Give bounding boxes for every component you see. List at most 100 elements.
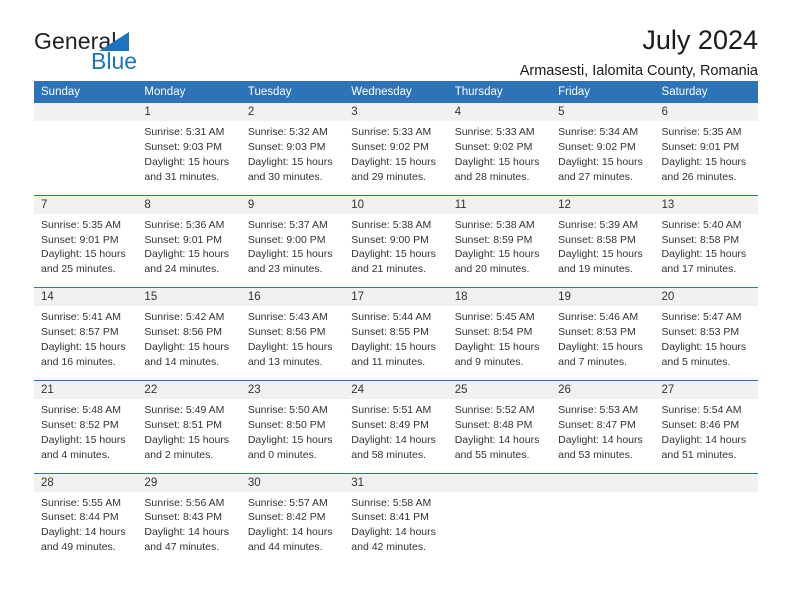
day-cell[interactable]: Sunrise: 5:31 AM Sunset: 9:03 PM Daylight:… bbox=[137, 121, 241, 195]
day-info-line: Sunset: 8:49 PM bbox=[351, 418, 429, 431]
day-number[interactable]: 2 bbox=[240, 103, 345, 121]
day-cell[interactable]: Sunrise: 5:32 AM Sunset: 9:03 PM Daylight:… bbox=[240, 121, 345, 195]
day-number[interactable]: 10 bbox=[344, 195, 448, 214]
day-info-line: Sunrise: 5:44 AM bbox=[351, 311, 432, 324]
day-info-line: Sunrise: 5:58 AM bbox=[351, 496, 432, 509]
day-number[interactable]: 12 bbox=[551, 195, 655, 214]
day-cell[interactable]: Sunrise: 5:39 AM Sunset: 8:58 PM Daylight:… bbox=[551, 213, 655, 288]
day-cell[interactable]: Sunrise: 5:40 AM Sunset: 8:58 PM Daylight:… bbox=[654, 213, 758, 288]
day-number[interactable]: 11 bbox=[447, 195, 552, 214]
day-info-line: Sunrise: 5:41 AM bbox=[41, 311, 121, 324]
day-info-line: Daylight: 15 hours bbox=[558, 248, 643, 261]
day-number[interactable]: 28 bbox=[34, 473, 138, 492]
day-info-line: Daylight: 14 hours bbox=[247, 526, 333, 539]
day-number[interactable]: 9 bbox=[240, 195, 345, 214]
day-info-line: Sunrise: 5:33 AM bbox=[351, 126, 432, 138]
day-cell[interactable]: Sunrise: 5:36 AM Sunset: 9:01 PM Daylight:… bbox=[137, 213, 241, 288]
day-number[interactable]: 4 bbox=[447, 103, 552, 121]
day-cell[interactable]: Sunrise: 5:34 AM Sunset: 9:02 PM Daylight:… bbox=[551, 121, 655, 195]
day-number[interactable]: 14 bbox=[34, 288, 138, 307]
day-number[interactable]: 15 bbox=[137, 288, 241, 307]
day-cell[interactable]: Sunrise: 5:46 AM Sunset: 8:53 PM Daylight:… bbox=[551, 306, 655, 380]
day-info-line: Sunset: 8:54 PM bbox=[454, 326, 533, 339]
day-number[interactable]: 7 bbox=[34, 195, 138, 214]
day-cell[interactable]: Sunrise: 5:49 AM Sunset: 8:51 PM Daylight:… bbox=[137, 398, 241, 473]
day-cell[interactable]: Sunrise: 5:35 AM Sunset: 9:01 PM Daylight:… bbox=[654, 121, 758, 195]
day-info-line: Sunrise: 5:55 AM bbox=[41, 496, 121, 509]
day-cell[interactable]: Sunrise: 5:50 AM Sunset: 8:50 PM Daylight:… bbox=[240, 398, 345, 473]
day-number[interactable]: 1 bbox=[137, 103, 241, 121]
day-number[interactable]: 13 bbox=[654, 195, 758, 214]
day-number[interactable]: 19 bbox=[551, 288, 655, 307]
day-cell[interactable]: Sunrise: 5:48 AM Sunset: 8:52 PM Daylight:… bbox=[34, 398, 138, 473]
day-cell[interactable]: Sunrise: 5:58 AM Sunset: 8:41 PM Daylight:… bbox=[344, 491, 448, 566]
day-info-row: Sunrise: 5:41 AM Sunset: 8:57 PM Daylight:… bbox=[34, 306, 758, 380]
day-info-line: Sunset: 8:50 PM bbox=[247, 418, 326, 431]
day-cell[interactable]: Sunrise: 5:42 AM Sunset: 8:56 PM Daylight:… bbox=[137, 306, 241, 380]
day-info-line: Sunrise: 5:49 AM bbox=[144, 403, 225, 416]
weekday-header-sunday: Sunday bbox=[34, 81, 138, 103]
day-number[interactable]: 29 bbox=[137, 473, 241, 492]
day-info-line: and 25 minutes. bbox=[41, 263, 116, 276]
day-info-line: Sunset: 9:03 PM bbox=[144, 140, 223, 153]
day-info-line: and 9 minutes. bbox=[454, 355, 524, 368]
day-cell[interactable]: Sunrise: 5:38 AM Sunset: 8:59 PM Daylight:… bbox=[447, 213, 552, 288]
day-info-line: Sunset: 8:59 PM bbox=[454, 233, 533, 246]
day-number[interactable]: 27 bbox=[654, 380, 758, 399]
day-info-line: Sunset: 8:52 PM bbox=[41, 418, 119, 431]
day-info-line: Sunrise: 5:38 AM bbox=[454, 218, 535, 231]
day-number[interactable]: 16 bbox=[240, 288, 345, 307]
day-info-row: Sunrise: 5:48 AM Sunset: 8:52 PM Daylight:… bbox=[34, 398, 758, 473]
day-cell[interactable]: Sunrise: 5:35 AM Sunset: 9:01 PM Daylight:… bbox=[34, 213, 138, 288]
day-cell[interactable]: Sunrise: 5:37 AM Sunset: 9:00 PM Daylight:… bbox=[240, 213, 345, 288]
day-cell[interactable]: Sunrise: 5:33 AM Sunset: 9:02 PM Daylight:… bbox=[447, 121, 552, 195]
day-number[interactable]: 5 bbox=[551, 103, 655, 121]
day-cell[interactable]: Sunrise: 5:33 AM Sunset: 9:02 PM Daylight:… bbox=[344, 121, 448, 195]
day-info-line: Sunrise: 5:39 AM bbox=[558, 218, 639, 231]
day-number-empty bbox=[551, 473, 655, 492]
day-number[interactable]: 8 bbox=[137, 195, 241, 214]
weekday-header-monday: Monday bbox=[137, 81, 241, 103]
day-number[interactable]: 25 bbox=[447, 380, 552, 399]
day-info-line: Daylight: 14 hours bbox=[351, 526, 436, 539]
day-cell[interactable]: Sunrise: 5:54 AM Sunset: 8:46 PM Daylight:… bbox=[654, 398, 758, 473]
day-number[interactable]: 22 bbox=[137, 380, 241, 399]
day-info-line: and 30 minutes. bbox=[247, 170, 323, 183]
day-number[interactable]: 31 bbox=[344, 473, 448, 492]
day-info-line: Daylight: 15 hours bbox=[247, 248, 333, 261]
day-number[interactable]: 3 bbox=[344, 103, 448, 121]
day-info-line: Daylight: 15 hours bbox=[661, 248, 747, 261]
day-info-line: Sunset: 8:57 PM bbox=[41, 326, 119, 339]
day-number[interactable]: 21 bbox=[34, 380, 138, 399]
day-info-line: Sunset: 9:01 PM bbox=[661, 140, 740, 153]
day-info-line: Sunrise: 5:32 AM bbox=[247, 126, 328, 138]
day-cell[interactable]: Sunrise: 5:47 AM Sunset: 8:53 PM Daylight:… bbox=[654, 306, 758, 380]
day-number[interactable]: 6 bbox=[654, 103, 758, 121]
day-cell-empty bbox=[447, 491, 552, 566]
day-cell[interactable]: Sunrise: 5:44 AM Sunset: 8:55 PM Daylight:… bbox=[344, 306, 448, 380]
day-cell[interactable]: Sunrise: 5:43 AM Sunset: 8:56 PM Daylight:… bbox=[240, 306, 345, 380]
day-number[interactable]: 23 bbox=[240, 380, 345, 399]
day-number[interactable]: 20 bbox=[654, 288, 758, 307]
day-number[interactable]: 18 bbox=[447, 288, 552, 307]
day-cell[interactable]: Sunrise: 5:41 AM Sunset: 8:57 PM Daylight:… bbox=[34, 306, 138, 380]
calendar-page: General Blue July 2024 Armasesti, Ialomi… bbox=[0, 0, 792, 612]
day-cell[interactable]: Sunrise: 5:38 AM Sunset: 9:00 PM Daylight:… bbox=[344, 213, 448, 288]
day-cell[interactable]: Sunrise: 5:57 AM Sunset: 8:42 PM Daylight:… bbox=[240, 491, 345, 566]
day-info-line: and 20 minutes. bbox=[454, 263, 530, 276]
day-info-line: Daylight: 15 hours bbox=[454, 248, 540, 261]
day-cell[interactable]: Sunrise: 5:56 AM Sunset: 8:43 PM Daylight:… bbox=[137, 491, 241, 566]
day-number[interactable]: 17 bbox=[344, 288, 448, 307]
day-cell[interactable]: Sunrise: 5:45 AM Sunset: 8:54 PM Daylight:… bbox=[447, 306, 552, 380]
day-cell[interactable]: Sunrise: 5:51 AM Sunset: 8:49 PM Daylight:… bbox=[344, 398, 448, 473]
day-info-line: Sunrise: 5:57 AM bbox=[247, 496, 328, 509]
day-number[interactable]: 24 bbox=[344, 380, 448, 399]
day-number[interactable]: 30 bbox=[240, 473, 345, 492]
day-info-line: Sunset: 8:46 PM bbox=[661, 418, 740, 431]
day-cell[interactable]: Sunrise: 5:55 AM Sunset: 8:44 PM Daylight:… bbox=[34, 491, 138, 566]
day-number[interactable]: 26 bbox=[551, 380, 655, 399]
day-info-line: Sunset: 9:02 PM bbox=[351, 140, 429, 153]
day-cell[interactable]: Sunrise: 5:52 AM Sunset: 8:48 PM Daylight:… bbox=[447, 398, 552, 473]
day-cell[interactable]: Sunrise: 5:53 AM Sunset: 8:47 PM Daylight:… bbox=[551, 398, 655, 473]
day-info-line: Sunrise: 5:45 AM bbox=[454, 311, 535, 324]
